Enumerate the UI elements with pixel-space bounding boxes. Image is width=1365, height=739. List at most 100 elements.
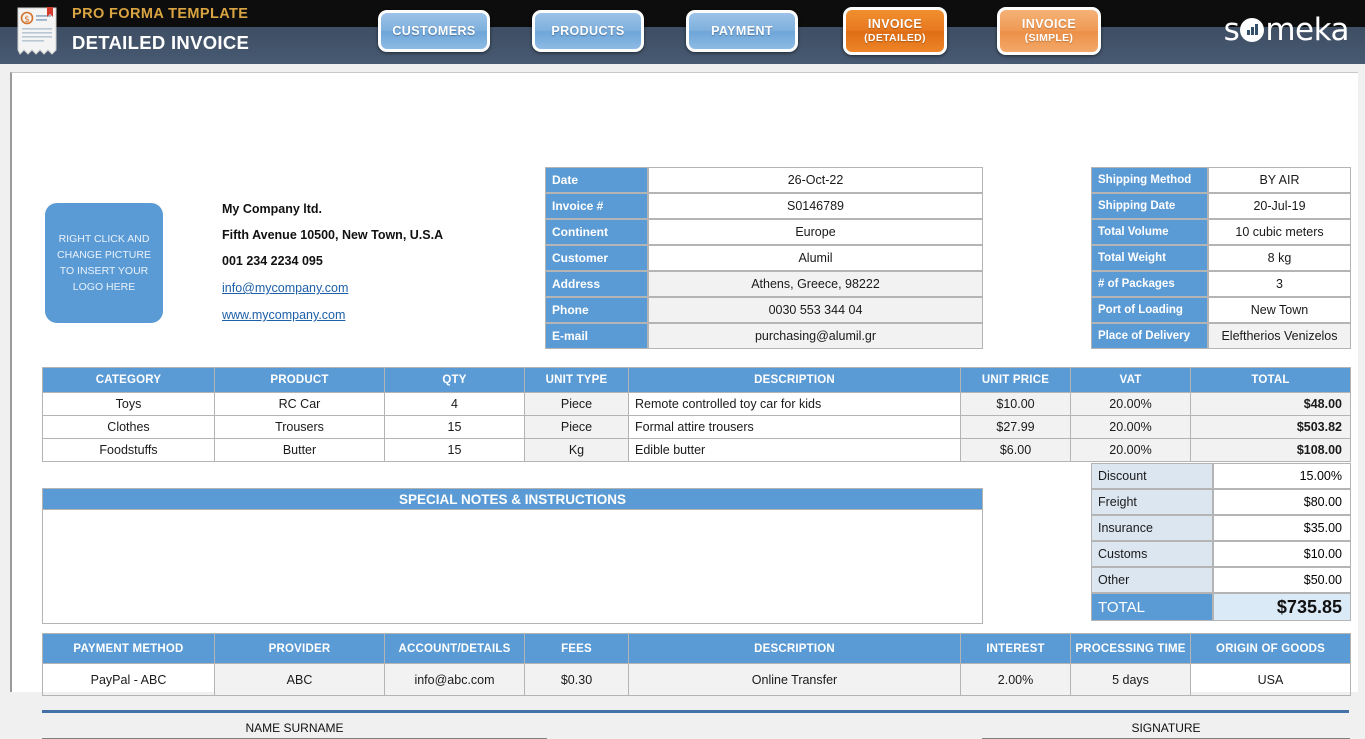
logo-placeholder[interactable]: RIGHT CLICK AND CHANGE PICTURE TO INSERT… bbox=[45, 203, 163, 323]
invoice-info-value-continent[interactable]: Europe bbox=[648, 219, 983, 245]
nav-button-payment-label: PAYMENT bbox=[711, 23, 773, 38]
table-row[interactable]: Toys RC Car 4 Piece Remote controlled to… bbox=[42, 392, 1351, 416]
nav-button-invoice-detailed-line2: (DETAILED) bbox=[864, 32, 926, 44]
cell-processing-time: 5 days bbox=[1070, 663, 1191, 696]
table-row[interactable]: PayPal - ABC ABC info@abc.com $0.30 Onli… bbox=[42, 663, 1351, 696]
shipping-info-label: Shipping Date bbox=[1091, 193, 1208, 219]
nav-button-invoice-detailed[interactable]: INVOICE (DETAILED) bbox=[843, 7, 947, 55]
cell-category[interactable]: Foodstuffs bbox=[42, 438, 215, 462]
nav-button-invoice-simple-line1: INVOICE bbox=[1021, 17, 1077, 31]
cell-qty[interactable]: 4 bbox=[384, 392, 525, 416]
invoice-info-row: Continent Europe bbox=[545, 219, 983, 245]
cell-qty[interactable]: 15 bbox=[384, 415, 525, 439]
nav-button-customers-label: CUSTOMERS bbox=[392, 23, 476, 38]
company-phone: 001 234 2234 095 bbox=[222, 254, 323, 268]
shipping-info-value-volume[interactable]: 10 cubic meters bbox=[1208, 219, 1351, 245]
cell-vat: 20.00% bbox=[1070, 415, 1191, 439]
summary-label-discount: Discount bbox=[1091, 463, 1213, 489]
cell-product[interactable]: Trousers bbox=[214, 415, 385, 439]
table-row[interactable]: Clothes Trousers 15 Piece Formal attire … bbox=[42, 415, 1351, 439]
cell-category[interactable]: Toys bbox=[42, 392, 215, 416]
invoice-info-label: E-mail bbox=[545, 323, 648, 349]
special-notes-input[interactable] bbox=[42, 510, 983, 624]
shipping-info-value-date[interactable]: 20-Jul-19 bbox=[1208, 193, 1351, 219]
summary-label-other: Other bbox=[1091, 567, 1213, 593]
cell-payment-description: Online Transfer bbox=[628, 663, 961, 696]
invoice-info-label: Phone bbox=[545, 297, 648, 323]
cell-origin-of-goods[interactable]: USA bbox=[1190, 663, 1351, 696]
shipping-info-value-packages[interactable]: 3 bbox=[1208, 271, 1351, 297]
summary-row: Insurance $35.00 bbox=[1091, 515, 1351, 541]
nav-button-customers[interactable]: CUSTOMERS bbox=[378, 10, 490, 52]
summary-row: Other $50.00 bbox=[1091, 567, 1351, 593]
cell-description[interactable]: Formal attire trousers bbox=[628, 415, 961, 439]
nav-button-payment[interactable]: PAYMENT bbox=[686, 10, 798, 52]
company-email-link[interactable]: info@mycompany.com bbox=[222, 280, 348, 296]
shipping-info-table: Shipping Method BY AIR Shipping Date 20-… bbox=[1091, 167, 1351, 349]
col-header-processing-time: PROCESSING TIME bbox=[1070, 633, 1191, 664]
nav-button-products[interactable]: PRODUCTS bbox=[532, 10, 644, 52]
invoice-info-row: Invoice # S0146789 bbox=[545, 193, 983, 219]
receipt-invoice-icon: $ bbox=[17, 7, 57, 55]
summary-label-customs: Customs bbox=[1091, 541, 1213, 567]
someka-logo: s meka bbox=[1223, 12, 1350, 48]
company-name: My Company ltd. bbox=[222, 202, 323, 216]
invoice-info-row: Customer Alumil bbox=[545, 245, 983, 271]
summary-total-label: TOTAL bbox=[1091, 593, 1213, 621]
summary-value-other[interactable]: $50.00 bbox=[1213, 567, 1351, 593]
invoice-info-label: Date bbox=[545, 167, 648, 193]
cell-product[interactable]: RC Car bbox=[214, 392, 385, 416]
col-header-payment-method: PAYMENT METHOD bbox=[42, 633, 215, 664]
cell-payment-method[interactable]: PayPal - ABC bbox=[42, 663, 215, 696]
payment-header-row: PAYMENT METHOD PROVIDER ACCOUNT/DETAILS … bbox=[42, 633, 1351, 664]
table-row[interactable]: Foodstuffs Butter 15 Kg Edible butter $6… bbox=[42, 438, 1351, 462]
invoice-sheet: RIGHT CLICK AND CHANGE PICTURE TO INSERT… bbox=[10, 72, 1358, 739]
summary-row: Customs $10.00 bbox=[1091, 541, 1351, 567]
company-address: Fifth Avenue 10500, New Town, U.S.A bbox=[222, 228, 444, 242]
summary-value-freight[interactable]: $80.00 bbox=[1213, 489, 1351, 515]
invoice-info-row: Address Athens, Greece, 98222 bbox=[545, 271, 983, 297]
summary-label-insurance: Insurance bbox=[1091, 515, 1213, 541]
shipping-info-label: Shipping Method bbox=[1091, 167, 1208, 193]
app-header: $ PRO FORMA TEMPLATE DETAILED INVOICE CU… bbox=[0, 0, 1365, 64]
logo-text-before: s bbox=[1223, 12, 1240, 48]
invoice-info-value-customer[interactable]: Alumil bbox=[648, 245, 983, 271]
shipping-info-label: # of Packages bbox=[1091, 271, 1208, 297]
shipping-info-label: Port of Loading bbox=[1091, 297, 1208, 323]
bar-chart-icon bbox=[1240, 18, 1265, 42]
shipping-info-value-weight[interactable]: 8 kg bbox=[1208, 245, 1351, 271]
invoice-info-value-date[interactable]: 26-Oct-22 bbox=[648, 167, 983, 193]
shipping-info-row: Shipping Date 20-Jul-19 bbox=[1091, 193, 1351, 219]
invoice-info-row: Date 26-Oct-22 bbox=[545, 167, 983, 193]
cell-description[interactable]: Remote controlled toy car for kids bbox=[628, 392, 961, 416]
cell-fees: $0.30 bbox=[524, 663, 629, 696]
logo-text-after: meka bbox=[1265, 12, 1349, 48]
cell-interest: 2.00% bbox=[960, 663, 1071, 696]
name-surname-field[interactable]: NAME SURNAME bbox=[42, 721, 547, 739]
summary-value-customs[interactable]: $10.00 bbox=[1213, 541, 1351, 567]
company-website-link[interactable]: www.mycompany.com bbox=[222, 307, 345, 323]
cell-category[interactable]: Clothes bbox=[42, 415, 215, 439]
cell-total: $503.82 bbox=[1190, 415, 1351, 439]
summary-row: Freight $80.00 bbox=[1091, 489, 1351, 515]
summary-table: Discount 15.00% Freight $80.00 Insurance… bbox=[1091, 463, 1351, 621]
summary-value-discount[interactable]: 15.00% bbox=[1213, 463, 1351, 489]
invoice-info-label: Customer bbox=[545, 245, 648, 271]
invoice-info-label: Continent bbox=[545, 219, 648, 245]
col-header-total: TOTAL bbox=[1190, 367, 1351, 393]
signature-field[interactable]: SIGNATURE bbox=[982, 721, 1350, 739]
summary-value-insurance[interactable]: $35.00 bbox=[1213, 515, 1351, 541]
cell-unit-price: $6.00 bbox=[960, 438, 1071, 462]
nav-button-invoice-simple[interactable]: INVOICE (SIMPLE) bbox=[997, 7, 1101, 55]
nav-button-products-label: PRODUCTS bbox=[551, 23, 625, 38]
invoice-info-value-invoice-number[interactable]: S0146789 bbox=[648, 193, 983, 219]
special-notes-block: SPECIAL NOTES & INSTRUCTIONS bbox=[42, 488, 983, 624]
cell-unit-price: $10.00 bbox=[960, 392, 1071, 416]
shipping-info-value-method[interactable]: BY AIR bbox=[1208, 167, 1351, 193]
cell-description[interactable]: Edible butter bbox=[628, 438, 961, 462]
cell-qty[interactable]: 15 bbox=[384, 438, 525, 462]
invoice-info-label: Invoice # bbox=[545, 193, 648, 219]
cell-product[interactable]: Butter bbox=[214, 438, 385, 462]
shipping-info-value-port[interactable]: New Town bbox=[1208, 297, 1351, 323]
cell-unit-type: Piece bbox=[524, 392, 629, 416]
